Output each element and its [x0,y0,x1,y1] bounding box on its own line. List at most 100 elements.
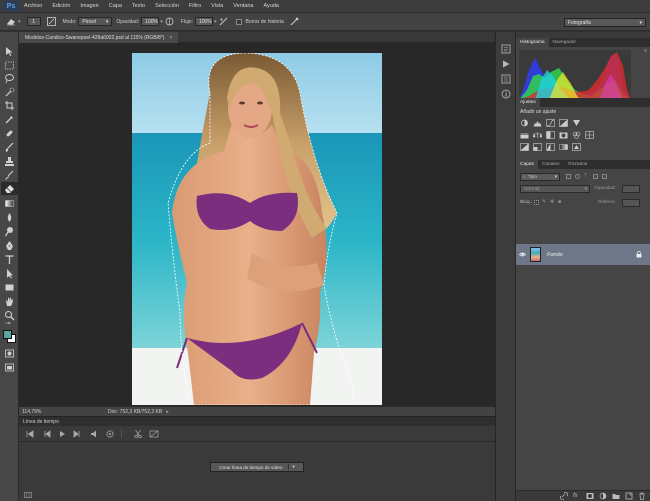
chevron-down-icon[interactable]: ▾ [288,464,295,470]
menu-ayuda[interactable]: Ayuda [258,3,284,9]
gradient-map-icon[interactable] [559,143,568,151]
erase-to-history-checkbox[interactable] [236,18,243,25]
settings-gear-icon[interactable] [105,429,115,439]
menu-capa[interactable]: Capa [104,3,127,9]
exposure-icon[interactable] [559,119,568,127]
chevron-right-icon[interactable]: ▸ [166,409,169,415]
create-video-timeline-button[interactable]: Crear línea de tiempo de vídeo ▾ [210,462,304,472]
brush-size-picker[interactable]: 1 [26,17,41,26]
swap-colors-icon[interactable] [4,322,12,330]
new-layer-icon[interactable] [625,492,633,500]
mode-select[interactable]: Pincel ▾ [78,17,113,26]
chevron-down-icon[interactable]: ▾ [160,19,163,25]
transition-icon[interactable] [149,429,159,439]
healing-brush-tool-icon[interactable] [4,128,15,139]
layer-opacity-input[interactable] [622,185,640,193]
go-to-first-frame-icon[interactable] [25,429,35,439]
menu-texto[interactable]: Texto [127,3,150,9]
quick-mask-icon[interactable] [4,348,15,359]
convert-frame-animation-icon[interactable] [24,492,32,498]
new-adjustment-layer-icon[interactable] [599,492,607,500]
tab-adjustments[interactable]: Ajustes [516,98,540,107]
black-white-icon[interactable] [546,131,555,139]
layer-filter-select[interactable]: ⌕ Tipo ▾ [520,173,560,181]
close-icon[interactable]: × [169,35,172,41]
play-icon[interactable] [57,429,67,439]
marquee-tool-icon[interactable] [4,60,15,71]
menu-ventana[interactable]: Ventana [228,3,258,9]
menu-archivo[interactable]: Archivo [19,3,47,9]
channel-mixer-icon[interactable] [572,131,581,139]
document-tab[interactable]: Modelos-Candice-Swanepoel-428a6002.psd a… [19,32,179,43]
audio-icon[interactable] [89,429,99,439]
brush-tool-icon[interactable] [4,142,15,153]
menu-vista[interactable]: Vista [206,3,228,9]
delete-layer-trash-icon[interactable] [638,492,646,500]
dodge-tool-icon[interactable] [4,226,15,237]
eraser-tool-preset-icon[interactable] [6,17,16,27]
type-tool-icon[interactable] [4,254,15,265]
new-group-folder-icon[interactable] [612,492,620,500]
screen-mode-icon[interactable] [4,362,15,373]
eraser-tool-icon[interactable] [4,183,15,194]
opacity-input[interactable]: 100% [141,17,160,26]
workspace-select[interactable]: Fotografía ▾ [564,18,646,27]
document-image[interactable] [132,53,382,405]
tab-histogram[interactable]: Histograma [516,38,549,47]
blend-mode-select[interactable]: Normal ▾ [520,185,590,193]
menu-edicion[interactable]: Edición [47,3,75,9]
hand-tool-icon[interactable] [4,296,15,307]
brush-panel-icon[interactable] [47,17,57,27]
chevron-down-icon[interactable]: ▾ [214,19,217,25]
tab-paths[interactable]: Trazados [563,160,591,169]
color-balance-icon[interactable] [533,131,542,139]
layer-name[interactable]: Fondo [547,252,563,258]
lock-position-icon[interactable]: ✥ [550,200,555,205]
actions-play-icon[interactable] [501,59,511,69]
tab-channels[interactable]: Canales [538,160,564,169]
add-mask-icon[interactable] [586,492,594,500]
panel-menu-icon[interactable]: ≡ [644,48,647,54]
menu-imagen[interactable]: Imagen [75,3,103,9]
hue-saturation-icon[interactable] [520,131,529,139]
chevron-down-icon[interactable]: ▾ [18,19,21,25]
invert-icon[interactable] [520,143,529,151]
menu-filtro[interactable]: Filtro [184,3,206,9]
properties-panel-icon[interactable] [501,74,511,84]
curves-icon[interactable] [546,119,555,127]
filter-smart-object-icon[interactable] [602,174,607,179]
lock-transparency-icon[interactable] [534,200,539,205]
filter-adjustment-icon[interactable] [575,174,580,179]
airbrush-icon[interactable] [218,17,228,27]
layer-row-fondo[interactable]: Fondo [516,244,650,265]
pressure-opacity-icon[interactable] [165,17,175,27]
move-tool-icon[interactable] [4,46,15,57]
fill-input[interactable] [622,199,640,207]
crop-tool-icon[interactable] [4,100,15,111]
zoom-tool-icon[interactable] [4,310,15,321]
layer-style-fx-icon[interactable]: fx [573,492,581,500]
eyedropper-tool-icon[interactable] [4,114,15,125]
posterize-icon[interactable] [533,143,542,151]
quick-selection-tool-icon[interactable] [4,87,15,98]
rectangle-tool-icon[interactable] [4,282,15,293]
lasso-tool-icon[interactable] [4,73,15,84]
link-layers-icon[interactable] [560,492,568,500]
tab-layers[interactable]: Capas [516,160,538,169]
filter-type-icon[interactable]: T [584,174,589,179]
threshold-icon[interactable] [546,143,555,151]
selective-color-icon[interactable] [572,143,581,151]
photo-filter-icon[interactable] [559,131,568,139]
previous-frame-icon[interactable] [41,429,51,439]
foreground-color-swatch[interactable] [3,330,12,339]
flow-input[interactable]: 100% [194,17,213,26]
vibrance-icon[interactable] [572,119,581,127]
brightness-contrast-icon[interactable] [520,119,529,127]
gradient-tool-icon[interactable] [4,198,15,209]
clone-stamp-tool-icon[interactable] [4,156,15,167]
visibility-eye-icon[interactable] [516,252,528,257]
zoom-level[interactable]: 114,79% [22,409,52,415]
filter-shape-icon[interactable] [593,174,598,179]
filter-pixel-icon[interactable] [566,174,571,179]
lock-image-icon[interactable]: ✎ [542,200,547,205]
